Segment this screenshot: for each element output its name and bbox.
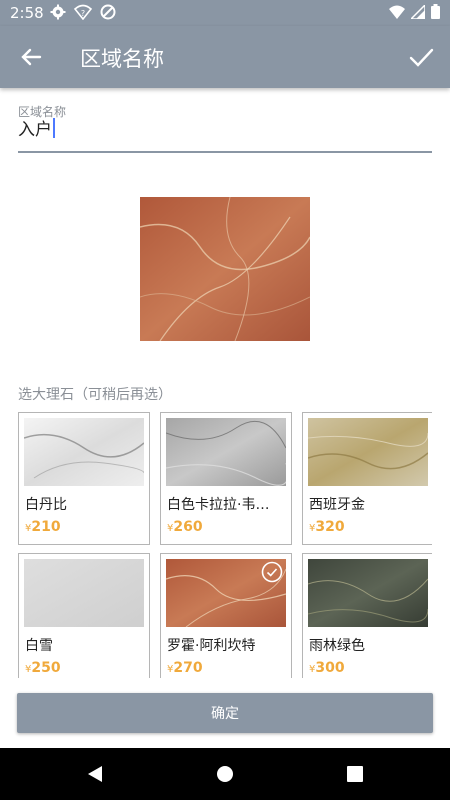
marble-grid: 白丹比 ¥210 白色卡拉拉·韦… ¥260 西班牙金 ¥320 白雪 ¥250 <box>18 412 432 678</box>
selected-check-icon <box>261 561 283 583</box>
marble-price: ¥320 <box>309 519 345 535</box>
gear-icon <box>50 4 66 20</box>
marble-price: ¥270 <box>167 660 203 676</box>
check-icon[interactable] <box>406 42 436 72</box>
marble-card[interactable]: 白雪 ¥250 <box>18 553 150 678</box>
marble-thumbnail <box>308 559 428 627</box>
status-time: 2:58 <box>10 4 44 22</box>
battery-icon <box>431 4 440 19</box>
text-cursor <box>53 118 55 138</box>
marble-name: 西班牙金 <box>309 497 365 513</box>
marble-price: ¥210 <box>25 519 61 535</box>
area-name-input[interactable] <box>18 117 398 137</box>
marble-section-label: 选大理石（可稍后再选） <box>18 387 172 403</box>
arrow-left-icon[interactable] <box>16 42 46 72</box>
confirm-button[interactable]: 确定 <box>17 693 433 733</box>
selected-marble-preview <box>140 197 310 341</box>
marble-price: ¥300 <box>309 660 345 676</box>
marble-card[interactable]: 白色卡拉拉·韦… ¥260 <box>160 412 292 545</box>
field-underline <box>18 151 432 153</box>
marble-card[interactable]: 西班牙金 ¥320 <box>302 412 432 545</box>
app-bar: 区域名称 <box>0 26 450 88</box>
marble-price: ¥260 <box>167 519 203 535</box>
nav-back-icon[interactable] <box>84 763 106 785</box>
nav-home-icon[interactable] <box>214 763 236 785</box>
wifi-icon <box>389 5 405 19</box>
page-title: 区域名称 <box>80 47 164 71</box>
sync-blocked-icon <box>100 4 116 20</box>
marble-name: 白雪 <box>25 638 53 654</box>
system-nav-bar <box>0 748 450 800</box>
marble-price: ¥250 <box>25 660 61 676</box>
marble-name: 雨林绿色 <box>309 638 365 654</box>
marble-thumbnail <box>24 559 144 627</box>
marble-name: 罗霍·阿利坎特 <box>167 638 256 654</box>
marble-name: 白丹比 <box>25 497 67 513</box>
marble-thumbnail <box>308 418 428 486</box>
signal-icon <box>411 4 425 19</box>
marble-card[interactable]: 雨林绿色 ¥300 <box>302 553 432 678</box>
marble-thumbnail <box>166 418 286 486</box>
status-bar: 2:58 ? <box>0 0 450 26</box>
nav-recents-icon[interactable] <box>344 763 366 785</box>
marble-card-selected[interactable]: 罗霍·阿利坎特 ¥270 <box>160 553 292 678</box>
marble-thumbnail <box>24 418 144 486</box>
area-name-field[interactable]: 区域名称 <box>18 100 432 154</box>
wifi-question-icon: ? <box>74 4 92 20</box>
marble-card[interactable]: 白丹比 ¥210 <box>18 412 150 545</box>
svg-text:?: ? <box>81 9 85 18</box>
marble-name: 白色卡拉拉·韦… <box>167 497 270 513</box>
